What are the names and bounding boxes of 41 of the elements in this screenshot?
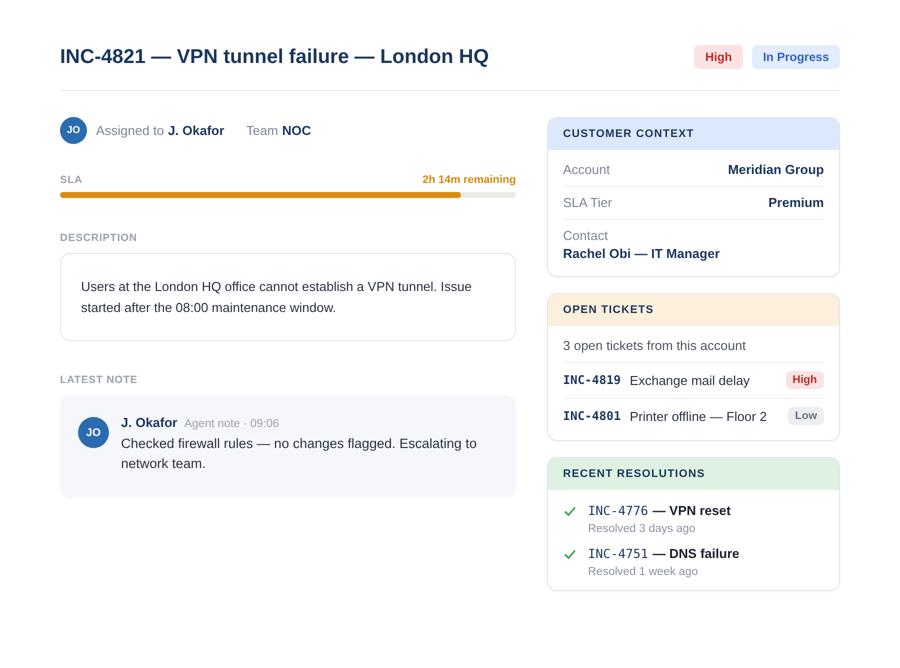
- resolution-title: — VPN reset: [652, 503, 731, 518]
- field-label: SLA Tier: [563, 195, 612, 210]
- resolution-id[interactable]: INC-4776: [588, 503, 648, 518]
- priority-badge: High: [694, 45, 743, 69]
- note-author: J. Okafor: [121, 415, 178, 430]
- note-meta: Agent note · 09:06: [184, 418, 279, 430]
- check-icon: [563, 504, 577, 518]
- priority-badge: High: [786, 371, 824, 389]
- card-header: OPEN TICKETS: [548, 294, 839, 326]
- resolution-time: Resolved 3 days ago: [588, 523, 696, 535]
- field-value: Premium: [768, 195, 824, 210]
- avatar: JO: [78, 417, 109, 448]
- sla-remaining: 2h 14m remaining: [422, 174, 516, 186]
- team-name: NOC: [282, 123, 311, 138]
- status-badge: In Progress: [752, 45, 840, 69]
- incident-title: INC-4821 — VPN tunnel failure — London HQ: [60, 46, 489, 68]
- resolution-id[interactable]: INC-4751: [588, 546, 648, 561]
- description-text: Users at the London HQ office cannot establish a VPN tunnel. Issue started after the 08:00 maintenance window.: [60, 253, 516, 341]
- assigned-label: Assigned to: [96, 123, 164, 138]
- check-icon: [563, 547, 577, 561]
- field-value: Rachel Obi — IT Manager: [563, 246, 721, 261]
- resolution-title: — DNS failure: [652, 546, 740, 561]
- tickets-summary: 3 open tickets from this account: [563, 338, 746, 353]
- latest-note-label: LATEST NOTE: [60, 374, 139, 386]
- sla-label: SLA: [60, 174, 82, 186]
- card-header: RECENT RESOLUTIONS: [548, 458, 839, 490]
- avatar: JO: [60, 117, 87, 144]
- ticket-title: Printer offline — Floor 2: [630, 408, 768, 424]
- resolution-time: Resolved 1 week ago: [588, 566, 699, 578]
- priority-badge: Low: [788, 407, 824, 425]
- team-label: Team: [246, 123, 278, 138]
- assignee-name: J. Okafor: [168, 123, 224, 138]
- field-label: Account: [563, 162, 610, 177]
- field-value: Meridian Group: [728, 162, 824, 177]
- card-header: CUSTOMER CONTEXT: [548, 118, 839, 150]
- ticket-title: Exchange mail delay: [630, 372, 751, 388]
- field-label: Contact: [563, 228, 609, 243]
- note-text: Checked firewall rules — no changes flagged. Escalating to network team.: [121, 435, 478, 473]
- ticket-id[interactable]: INC-4819: [563, 373, 621, 387]
- description-label: DESCRIPTION: [60, 232, 138, 244]
- ticket-id[interactable]: INC-4801: [563, 409, 621, 423]
